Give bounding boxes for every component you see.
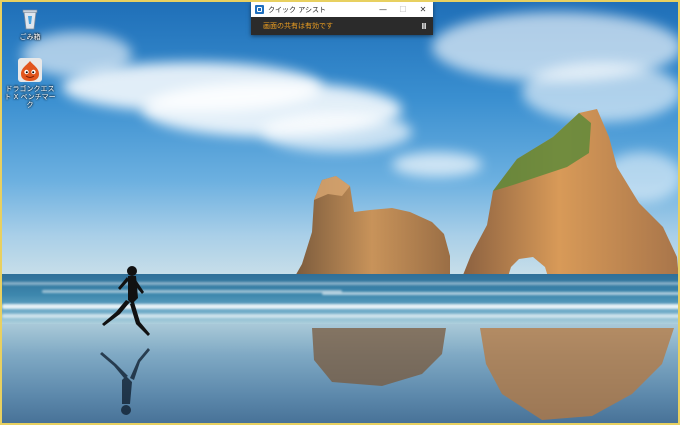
close-button[interactable]: ✕ (413, 2, 433, 17)
runner-silhouette (100, 266, 150, 415)
maximize-button[interactable]: ☐ (393, 2, 413, 17)
rock-formation-left (294, 176, 450, 278)
quick-assist-app-icon (255, 5, 264, 14)
rock-arch-right (461, 109, 678, 280)
recycle-bin-icon (22, 9, 38, 30)
desktop-icon-recycle-bin[interactable]: ごみ箱 (3, 6, 57, 41)
pause-sharing-button[interactable]: Ⅱ (415, 17, 433, 35)
quick-assist-titlebar[interactable]: クイック アシスト — ☐ ✕ (251, 2, 433, 17)
quick-assist-window[interactable]: クイック アシスト — ☐ ✕ 画面の共有は有効です Ⅱ (251, 2, 433, 35)
quick-assist-body: 画面の共有は有効です Ⅱ (251, 17, 433, 35)
desktop: ごみ箱 ドラゴンクエスト X ベンチマーク クイック アシスト — ☐ ✕ 画面… (0, 0, 680, 425)
minimize-button[interactable]: — (373, 2, 393, 17)
desktop-icon-dragon-quest-benchmark[interactable]: ドラゴンクエスト X ベンチマーク (3, 58, 57, 109)
window-title: クイック アシスト (268, 5, 326, 14)
dragon-quest-slime-icon (18, 58, 42, 82)
desktop-icon-label: ドラゴンクエスト X ベンチマーク (4, 85, 56, 109)
desktop-icon-label: ごみ箱 (19, 33, 41, 41)
screen-sharing-status-text: 画面の共有は有効です (263, 22, 333, 30)
